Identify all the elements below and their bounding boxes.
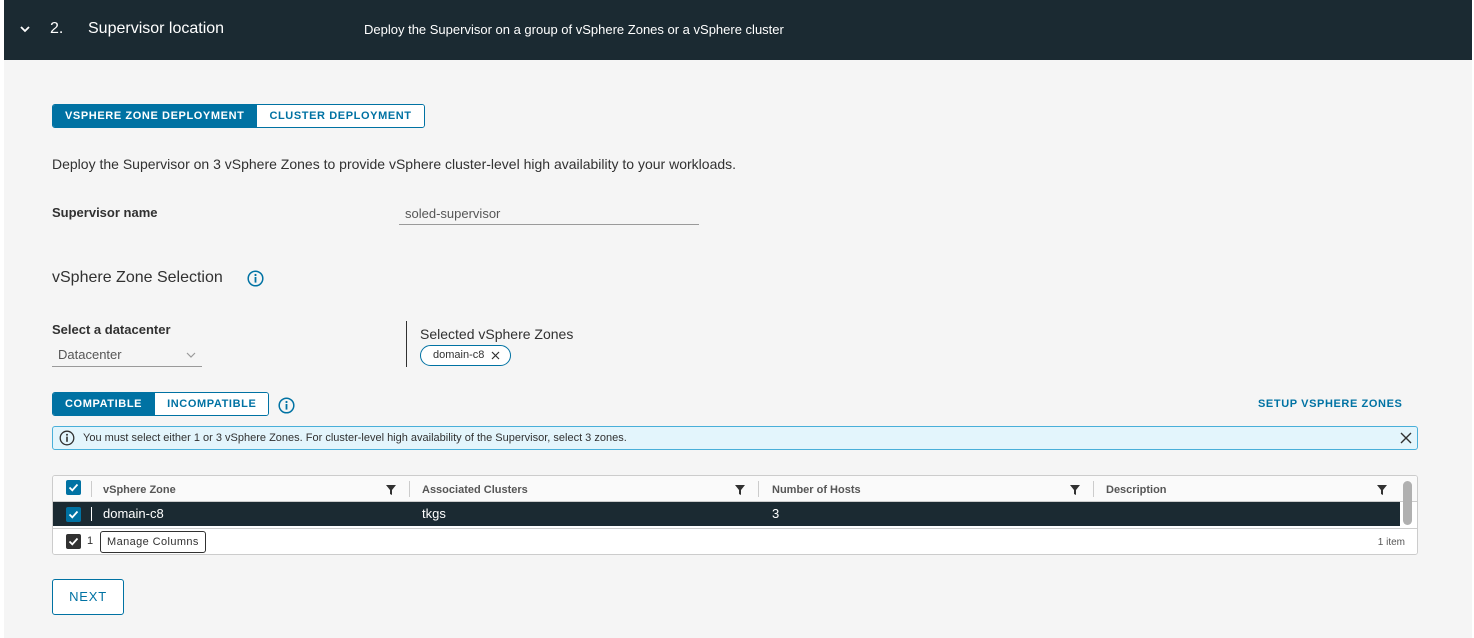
step-subtitle: Deploy the Supervisor on a group of vSph… [364,22,784,37]
deployment-type-tabs: VSPHERE ZONE DEPLOYMENT CLUSTER DEPLOYME… [52,104,425,128]
intro-text: Deploy the Supervisor on 3 vSphere Zones… [52,156,737,172]
filter-icon[interactable] [1377,485,1387,495]
cell-vsphere-zone: domain-c8 [103,506,164,521]
checkmark-icon [68,537,79,546]
select-all-checkbox[interactable] [66,480,81,495]
table-row[interactable]: domain-c8 tkgs 3 [53,502,1400,526]
tab-vsphere-zone-deployment[interactable]: VSPHERE ZONE DEPLOYMENT [53,105,257,127]
info-alert: You must select either 1 or 3 vSphere Zo… [52,426,1418,450]
column-header-associated-clusters[interactable]: Associated Clusters [422,484,528,496]
manage-columns-button[interactable]: Manage Columns [100,531,206,553]
zone-chip-label: domain-c8 [433,349,485,361]
datacenter-select[interactable]: Datacenter [52,345,202,367]
item-count: 1 item [1377,537,1405,548]
supervisor-name-label: Supervisor name [52,205,158,220]
frame-edge-left [0,0,4,638]
column-separator [758,481,759,497]
tab-incompatible[interactable]: INCOMPATIBLE [154,393,269,415]
table-header: vSphere Zone Associated Clusters Number … [53,476,1417,502]
step-title: Supervisor location [88,20,225,37]
checkmark-icon [68,510,79,519]
setup-vsphere-zones-link[interactable]: SETUP VSPHERE ZONES [1258,398,1402,410]
filter-icon[interactable] [1070,485,1080,495]
column-header-description[interactable]: Description [1106,484,1167,496]
tab-cluster-deployment[interactable]: CLUSTER DEPLOYMENT [256,105,424,127]
selected-count: 1 [87,535,94,547]
tab-compatible[interactable]: COMPATIBLE [53,393,155,415]
table-footer: 1 Manage Columns 1 item [53,528,1417,554]
zone-selection-title: vSphere Zone Selection [52,269,223,286]
datacenter-label: Select a datacenter [52,322,171,337]
column-separator [91,481,92,497]
filter-icon[interactable] [735,485,745,495]
column-separator [91,507,92,521]
info-icon[interactable] [278,397,295,414]
info-icon[interactable] [247,270,264,287]
row-checkbox[interactable] [66,507,81,522]
close-icon[interactable] [491,351,500,360]
column-separator [1093,481,1094,497]
vsphere-zones-table: vSphere Zone Associated Clusters Number … [52,475,1418,555]
step-header[interactable]: 2. Supervisor location Deploy the Superv… [4,0,1472,60]
supervisor-name-input[interactable] [399,202,699,225]
cell-associated-clusters: tkgs [422,506,446,521]
selected-zones-label: Selected vSphere Zones [420,326,574,342]
step-number: 2. [50,20,64,37]
column-header-vsphere-zone[interactable]: vSphere Zone [103,484,176,496]
compatibility-tabs: COMPATIBLE INCOMPATIBLE [52,392,270,416]
filter-icon[interactable] [386,485,396,495]
cell-number-of-hosts: 3 [772,506,780,521]
table-scrollbar[interactable] [1403,481,1412,525]
selection-count-checkbox [66,534,81,549]
next-button[interactable]: NEXT [52,579,124,615]
info-icon [59,430,75,446]
close-icon[interactable] [1399,431,1413,445]
column-separator [409,481,410,497]
vertical-divider [406,321,407,367]
column-header-number-of-hosts[interactable]: Number of Hosts [772,484,861,496]
datacenter-select-value: Datacenter [58,347,122,362]
chevron-down-icon [186,352,196,358]
checkmark-icon [68,483,79,492]
zone-chip: domain-c8 [420,345,512,366]
chevron-down-icon[interactable] [18,22,32,36]
alert-message: You must select either 1 or 3 vSphere Zo… [83,432,627,444]
